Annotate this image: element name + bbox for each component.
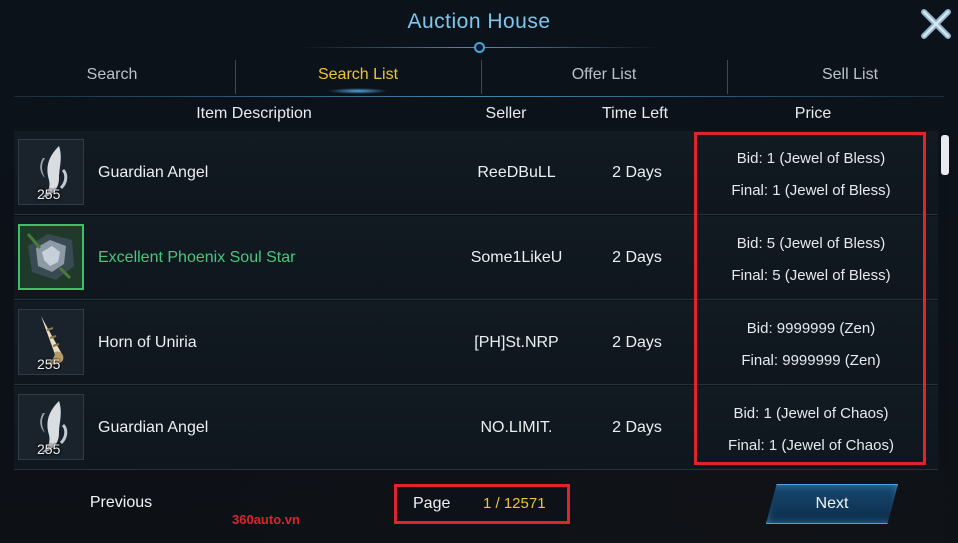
seller-name: NO.LIMIT. xyxy=(480,419,553,436)
bid-price: Bid: 5 (Jewel of Bless) xyxy=(736,235,886,252)
close-icon xyxy=(921,9,951,39)
page-number: 1 / 12571 xyxy=(483,495,546,512)
auction-row[interactable]: 255 Guardian Angel NO.LIMIT. 2 Days Bid:… xyxy=(14,386,938,470)
bid-price: Bid: 1 (Jewel of Chaos) xyxy=(733,405,889,422)
item-slot: 255 xyxy=(18,309,84,375)
scrollbar-thumb[interactable] xyxy=(941,135,949,175)
item-name: Horn of Uniria xyxy=(98,334,197,351)
column-header-time-left: Time Left xyxy=(601,105,669,122)
page-indicator: Page 1 / 12571 xyxy=(394,484,570,524)
item-quantity: 255 xyxy=(37,441,61,457)
auction-house-window: Auction House Search Search List Offer L… xyxy=(0,0,958,543)
next-button[interactable]: Next xyxy=(766,484,898,524)
price-cell: Bid: 5 (Jewel of Bless) Final: 5 (Jewel … xyxy=(698,216,924,299)
auction-row[interactable]: 255 Horn of Uniria [PH]St.NRP 2 Days Bid… xyxy=(14,301,938,385)
time-left: 2 Days xyxy=(612,419,662,436)
auction-row[interactable]: 255 Guardian Angel ReeDBuLL 2 Days Bid: … xyxy=(14,131,938,215)
price-cell: Bid: 1 (Jewel of Bless) Final: 1 (Jewel … xyxy=(698,131,924,214)
tab-search-list[interactable]: Search List xyxy=(238,56,478,96)
item-slot: 255 xyxy=(18,139,84,205)
pagination-bar: Previous Page 1 / 12571 Next xyxy=(0,476,958,543)
column-header-price: Price xyxy=(794,105,832,122)
phoenix-soul-star-icon xyxy=(26,233,74,280)
tab-divider xyxy=(727,60,728,94)
final-price: Final: 9999999 (Zen) xyxy=(741,352,881,369)
auction-row[interactable]: Excellent Phoenix Soul Star Some1LikeU 2… xyxy=(14,216,938,300)
final-price: Final: 1 (Jewel of Chaos) xyxy=(728,437,894,454)
item-quantity: 255 xyxy=(37,186,61,202)
seller-name: ReeDBuLL xyxy=(477,164,556,181)
final-price: Final: 1 (Jewel of Bless) xyxy=(731,182,891,199)
bid-price: Bid: 9999999 (Zen) xyxy=(746,320,876,337)
price-cell: Bid: 1 (Jewel of Chaos) Final: 1 (Jewel … xyxy=(698,386,924,469)
column-header-item: Item Description xyxy=(196,105,312,122)
item-name: Excellent Phoenix Soul Star xyxy=(98,249,296,266)
tab-bar: Search Search List Offer List Sell List xyxy=(0,56,958,96)
bid-price: Bid: 1 (Jewel of Bless) xyxy=(736,150,886,167)
seller-name: [PH]St.NRP xyxy=(474,334,559,351)
time-left: 2 Days xyxy=(612,164,662,181)
seller-name: Some1LikeU xyxy=(470,249,563,266)
price-cell: Bid: 9999999 (Zen) Final: 9999999 (Zen) xyxy=(698,301,924,384)
column-header-seller: Seller xyxy=(485,105,527,122)
tab-divider xyxy=(481,60,482,94)
tab-sell-list[interactable]: Sell List xyxy=(730,56,958,96)
tab-divider xyxy=(235,60,236,94)
auction-list: 255 Guardian Angel ReeDBuLL 2 Days Bid: … xyxy=(14,131,938,470)
window-title: Auction House xyxy=(407,10,551,33)
item-name: Guardian Angel xyxy=(98,164,209,181)
previous-button[interactable]: Previous xyxy=(56,484,186,522)
tab-search[interactable]: Search xyxy=(0,56,224,96)
page-label: Page xyxy=(413,495,451,512)
item-slot xyxy=(18,224,84,290)
item-name: Guardian Angel xyxy=(98,419,209,436)
item-slot: 255 xyxy=(18,394,84,460)
time-left: 2 Days xyxy=(612,249,662,266)
tabs-underline xyxy=(14,96,944,97)
time-left: 2 Days xyxy=(612,334,662,351)
item-quantity: 255 xyxy=(37,356,61,372)
final-price: Final: 5 (Jewel of Bless) xyxy=(731,267,891,284)
list-scrollbar[interactable] xyxy=(940,131,950,470)
watermark: 360auto.vn xyxy=(232,512,300,527)
close-button[interactable] xyxy=(918,6,954,42)
title-ornament-icon xyxy=(474,42,485,53)
tab-offer-list[interactable]: Offer List xyxy=(484,56,724,96)
